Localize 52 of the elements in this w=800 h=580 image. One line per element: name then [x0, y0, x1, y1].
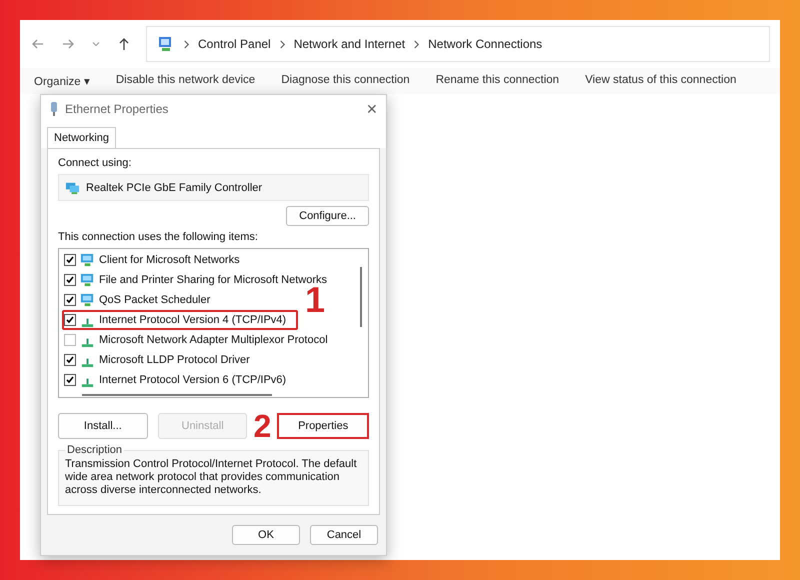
list-item[interactable]: Internet Protocol Version 4 (TCP/IPv4) — [62, 310, 298, 330]
scrollbar[interactable] — [82, 394, 272, 396]
close-button[interactable]: ✕ — [366, 101, 378, 117]
item-label: Internet Protocol Version 6 (TCP/IPv6) — [99, 374, 286, 386]
group-label: Description — [66, 444, 124, 456]
breadcrumb-item[interactable]: Control Panel — [198, 37, 271, 51]
chevron-icon — [413, 40, 420, 48]
dialog-button[interactable]: OK — [232, 525, 300, 545]
list-item[interactable]: QoS Packet Scheduler — [62, 290, 222, 310]
section-label: This connection uses the following items: — [58, 231, 259, 243]
item-label: Microsoft LLDP Protocol Driver — [99, 354, 250, 366]
toolbar-command[interactable]: View status of this connection — [585, 74, 736, 94]
item-label: QoS Packet Scheduler — [99, 294, 210, 306]
section-label: Connect using: — [58, 157, 132, 169]
checkbox[interactable] — [64, 254, 76, 266]
network-icon — [65, 180, 80, 195]
breadcrumb-item[interactable]: Network and Internet — [294, 37, 406, 51]
item-label: Microsoft Network Adapter Multiplexor Protocol — [99, 334, 328, 346]
checkbox[interactable] — [64, 374, 76, 386]
item-label: Client for Microsoft Networks — [99, 254, 240, 266]
computer-icon — [80, 292, 95, 308]
scrollbar[interactable] — [360, 267, 362, 327]
list-item[interactable]: Microsoft LLDP Protocol Driver — [62, 350, 262, 370]
item-label: Internet Protocol Version 4 (TCP/IPv4) — [99, 314, 286, 326]
description-text: Transmission Control Protocol/Internet Protocol. The default wide area network protocol that provides communication across diverse interconnected networks. — [65, 458, 358, 497]
checkbox[interactable] — [64, 354, 76, 366]
computer-icon — [80, 272, 95, 288]
computer-icon — [80, 252, 95, 268]
toolbar-command[interactable]: Diagnose this connection — [281, 74, 410, 94]
network-adapter-icon — [49, 101, 59, 117]
window-title: Ethernet Properties — [65, 102, 170, 116]
toolbar-command[interactable]: Disable this network device — [116, 74, 256, 94]
tab[interactable]: Networking — [47, 127, 116, 148]
action-button[interactable]: Properties — [277, 413, 369, 439]
dialog-button[interactable]: Cancel — [310, 525, 378, 545]
step-number: 2 — [253, 413, 272, 439]
list-item[interactable]: Internet Protocol Version 6 (TCP/IPv6) — [62, 370, 298, 390]
toolbar-command[interactable]: Rename this connection — [436, 74, 560, 94]
breadcrumb-item[interactable]: Network Connections — [428, 37, 542, 51]
checkbox[interactable] — [64, 334, 76, 346]
checkbox[interactable] — [64, 314, 76, 326]
chevron-icon — [183, 40, 190, 48]
chevron-icon — [278, 40, 286, 48]
configure-button[interactable]: Configure... — [286, 206, 369, 226]
list-item[interactable]: Microsoft Network Adapter Multiplexor Protocol — [62, 330, 340, 350]
checkbox[interactable] — [64, 294, 76, 306]
list-item[interactable]: Client for Microsoft Networks — [62, 250, 252, 270]
toolbar-command[interactable]: Organize ▾ — [34, 74, 90, 94]
action-button[interactable]: Install... — [58, 413, 148, 439]
adapter-name: Realtek PCIe GbE Family Controller — [86, 182, 262, 194]
checkbox[interactable] — [64, 274, 76, 286]
address-bar[interactable]: Control Panel Network and Internet Network Connections — [146, 26, 770, 62]
